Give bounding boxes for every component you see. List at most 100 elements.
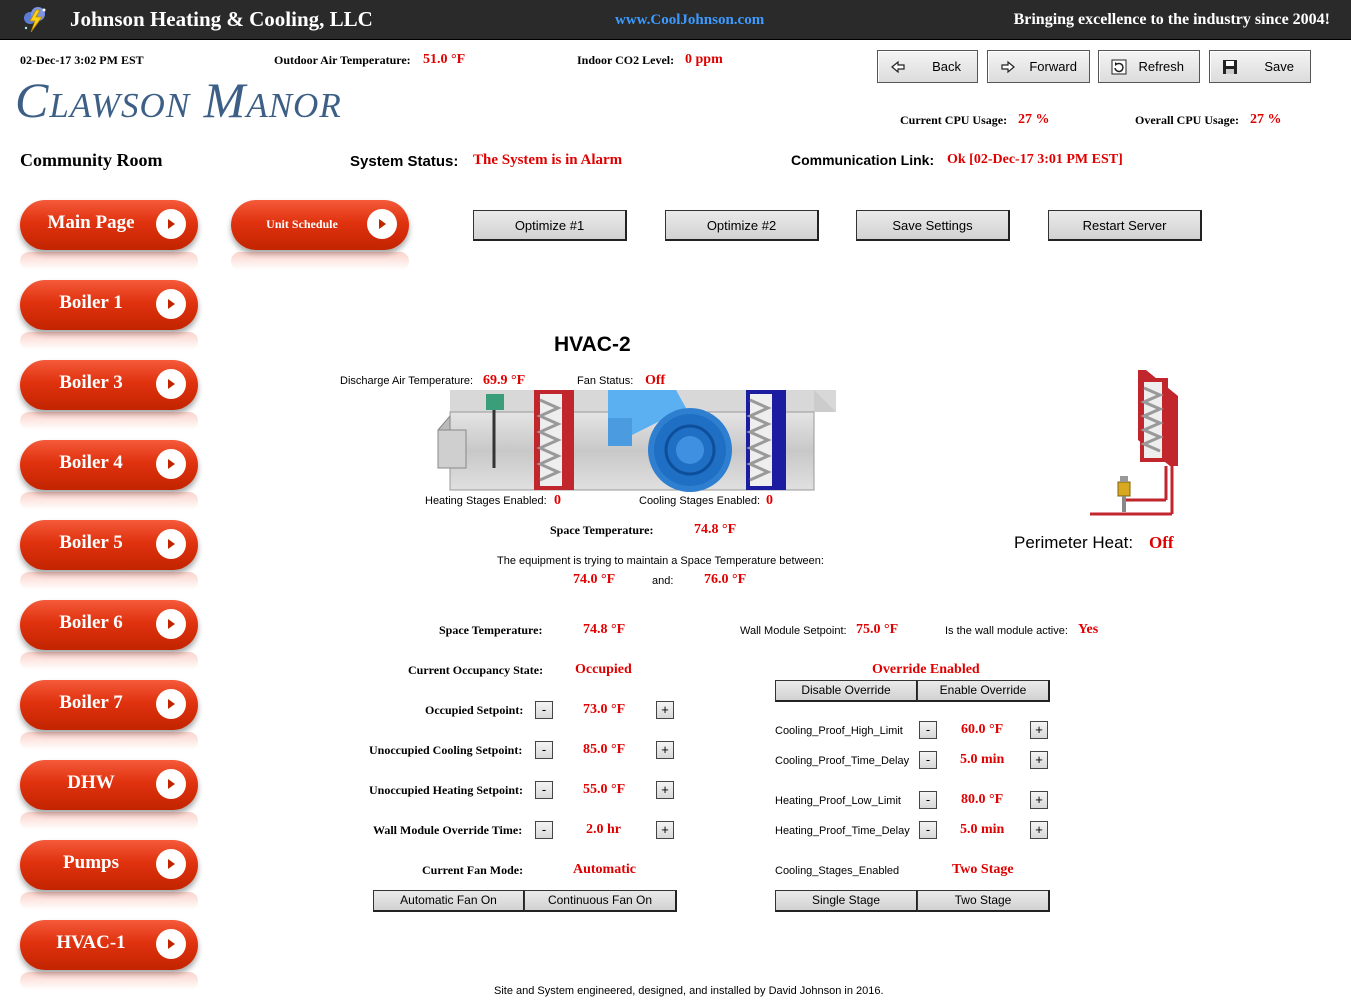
cpu-label: Current CPU Usage:	[900, 113, 1008, 127]
cooling-high-limit-increase-button[interactable]: +	[1030, 721, 1048, 739]
enable-override-button[interactable]: Enable Override	[917, 680, 1050, 702]
overall-cpu-value: 27 %	[1250, 112, 1282, 127]
unocc-heating-label: Unoccupied Heating Setpoint:	[369, 783, 524, 797]
heating-low-limit-increase-button[interactable]: +	[1030, 791, 1048, 809]
unocc-cooling-increase-button[interactable]: +	[656, 741, 674, 759]
single-stage-button[interactable]: Single Stage	[775, 890, 918, 912]
nav-boiler-6[interactable]: Boiler 6	[20, 600, 198, 670]
refresh-icon	[1111, 59, 1127, 75]
cooling-time-delay-decrease-button[interactable]: -	[919, 751, 937, 769]
nav-item-label: Boiler 7	[59, 692, 123, 713]
cooling-stages-label: Cooling Stages Enabled:	[639, 495, 761, 507]
occupied-setpoint-decrease-button[interactable]: -	[535, 701, 553, 719]
arrow-right-icon	[156, 449, 186, 479]
optimize-1-button[interactable]: Optimize #1	[473, 210, 627, 241]
override-time-increase-button[interactable]: +	[656, 821, 674, 839]
lightning-logo-icon	[24, 7, 46, 33]
nav-boiler-5[interactable]: Boiler 5	[20, 520, 198, 590]
cooling-stages-enabled-label: Cooling_Stages_Enabled	[775, 865, 900, 877]
two-stage-button[interactable]: Two Stage	[917, 890, 1050, 912]
nav-boiler-1[interactable]: Boiler 1	[20, 280, 198, 350]
back-label: Back	[932, 59, 961, 74]
perimeter-heat-label: Perimeter Heat:	[1014, 533, 1134, 552]
forward-button[interactable]: Forward	[987, 50, 1090, 83]
automatic-fan-button[interactable]: Automatic Fan On	[373, 890, 525, 912]
refresh-button[interactable]: Refresh	[1098, 50, 1200, 83]
cooling-high-limit-value: 60.0 °F	[961, 722, 1004, 737]
forward-arrow-icon	[1001, 60, 1015, 74]
site-title: Clawson Manor	[15, 72, 342, 128]
optimize-2-button[interactable]: Optimize #2	[665, 210, 819, 241]
nav-boiler-3[interactable]: Boiler 3	[20, 360, 198, 430]
cooling-coil-icon	[746, 390, 786, 490]
override-time-decrease-button[interactable]: -	[535, 821, 553, 839]
wall-active-value: Yes	[1078, 622, 1099, 637]
heating-time-delay-decrease-button[interactable]: -	[919, 821, 937, 839]
refresh-label: Refresh	[1138, 59, 1184, 74]
occupied-setpoint-value: 73.0 °F	[583, 702, 626, 717]
arrow-right-icon	[367, 209, 397, 239]
unocc-cooling-decrease-button[interactable]: -	[535, 741, 553, 759]
space-temp-value: 74.8 °F	[694, 522, 737, 537]
nav-hvac-1[interactable]: HVAC-1	[20, 920, 198, 990]
cooling-time-delay-value: 5.0 min	[960, 752, 1005, 767]
floppy-disk-icon	[1223, 60, 1237, 74]
range-low-value: 74.0 °F	[573, 572, 616, 587]
maintain-text: The equipment is trying to maintain a Sp…	[497, 555, 824, 567]
top-bar: Johnson Heating & Cooling, LLC www.CoolJ…	[0, 0, 1351, 40]
heating-time-delay-increase-button[interactable]: +	[1030, 821, 1048, 839]
fan-mode-label: Current Fan Mode:	[422, 863, 524, 877]
fan-status-label: Fan Status:	[577, 375, 634, 387]
nav-unit-schedule[interactable]: Unit Schedule	[231, 200, 409, 270]
cooling-stages-value: 0	[766, 493, 773, 508]
occupancy-state-label: Current Occupancy State:	[408, 663, 544, 677]
heating-time-delay-label: Heating_Proof_Time_Delay	[775, 825, 910, 837]
system-status-label: System Status:	[350, 153, 459, 170]
continuous-fan-button[interactable]: Continuous Fan On	[524, 890, 677, 912]
nav-dhw[interactable]: DHW	[20, 760, 198, 830]
save-button[interactable]: Save	[1209, 50, 1311, 83]
company-url-link[interactable]: www.CoolJohnson.com	[615, 12, 764, 29]
nav-unit-schedule-label: Unit Schedule	[266, 217, 338, 231]
heating-low-limit-decrease-button[interactable]: -	[919, 791, 937, 809]
override-time-value: 2.0 hr	[586, 822, 621, 837]
nav-item-label: Boiler 1	[59, 292, 123, 313]
back-button[interactable]: Back	[877, 50, 978, 83]
outdoor-temp-label: Outdoor Air Temperature:	[274, 53, 411, 67]
co2-value: 0 ppm	[685, 52, 723, 67]
nav-main-page-label: Main Page	[47, 212, 135, 233]
cooling-high-limit-label: Cooling_Proof_High_Limit	[775, 725, 903, 737]
wall-active-label: Is the wall module active:	[945, 625, 1068, 637]
occupied-setpoint-increase-button[interactable]: +	[656, 701, 674, 719]
restart-server-button[interactable]: Restart Server	[1048, 210, 1202, 241]
nav-item-label: Boiler 4	[59, 452, 123, 473]
unit-title: HVAC-2	[554, 333, 631, 356]
room-name: Community Room	[20, 150, 163, 170]
nav-boiler-7[interactable]: Boiler 7	[20, 680, 198, 750]
discharge-temp-value: 69.9 °F	[483, 373, 526, 388]
wall-setpoint-label: Wall Module Setpoint:	[740, 625, 847, 637]
cooling-high-limit-decrease-button[interactable]: -	[919, 721, 937, 739]
arrow-right-icon	[156, 689, 186, 719]
range-high-value: 76.0 °F	[704, 572, 747, 587]
cooling-time-delay-increase-button[interactable]: +	[1030, 751, 1048, 769]
unocc-heating-increase-button[interactable]: +	[656, 781, 674, 799]
space-temp-value-2: 74.8 °F	[583, 622, 626, 637]
disable-override-button[interactable]: Disable Override	[775, 680, 918, 702]
unocc-cooling-label: Unoccupied Cooling Setpoint:	[369, 743, 523, 757]
datetime: 02-Dec-17 3:02 PM EST	[20, 53, 144, 67]
company-name: Johnson Heating & Cooling, LLC	[70, 7, 373, 31]
outdoor-temp-value: 51.0 °F	[423, 52, 466, 67]
heating-low-limit-value: 80.0 °F	[961, 792, 1004, 807]
nav-boiler-4[interactable]: Boiler 4	[20, 440, 198, 510]
arrow-right-icon	[156, 209, 186, 239]
unocc-heating-decrease-button[interactable]: -	[535, 781, 553, 799]
air-handler-diagram	[437, 390, 836, 492]
save-settings-button[interactable]: Save Settings	[856, 210, 1010, 241]
nav-main-page[interactable]: Main Page	[20, 200, 198, 270]
nav-pumps[interactable]: Pumps	[20, 840, 198, 910]
nav-item-label: DHW	[67, 772, 115, 793]
nav-item-label: Boiler 3	[59, 372, 123, 393]
heating-low-limit-label: Heating_Proof_Low_Limit	[775, 795, 901, 807]
unocc-cooling-value: 85.0 °F	[583, 742, 626, 757]
